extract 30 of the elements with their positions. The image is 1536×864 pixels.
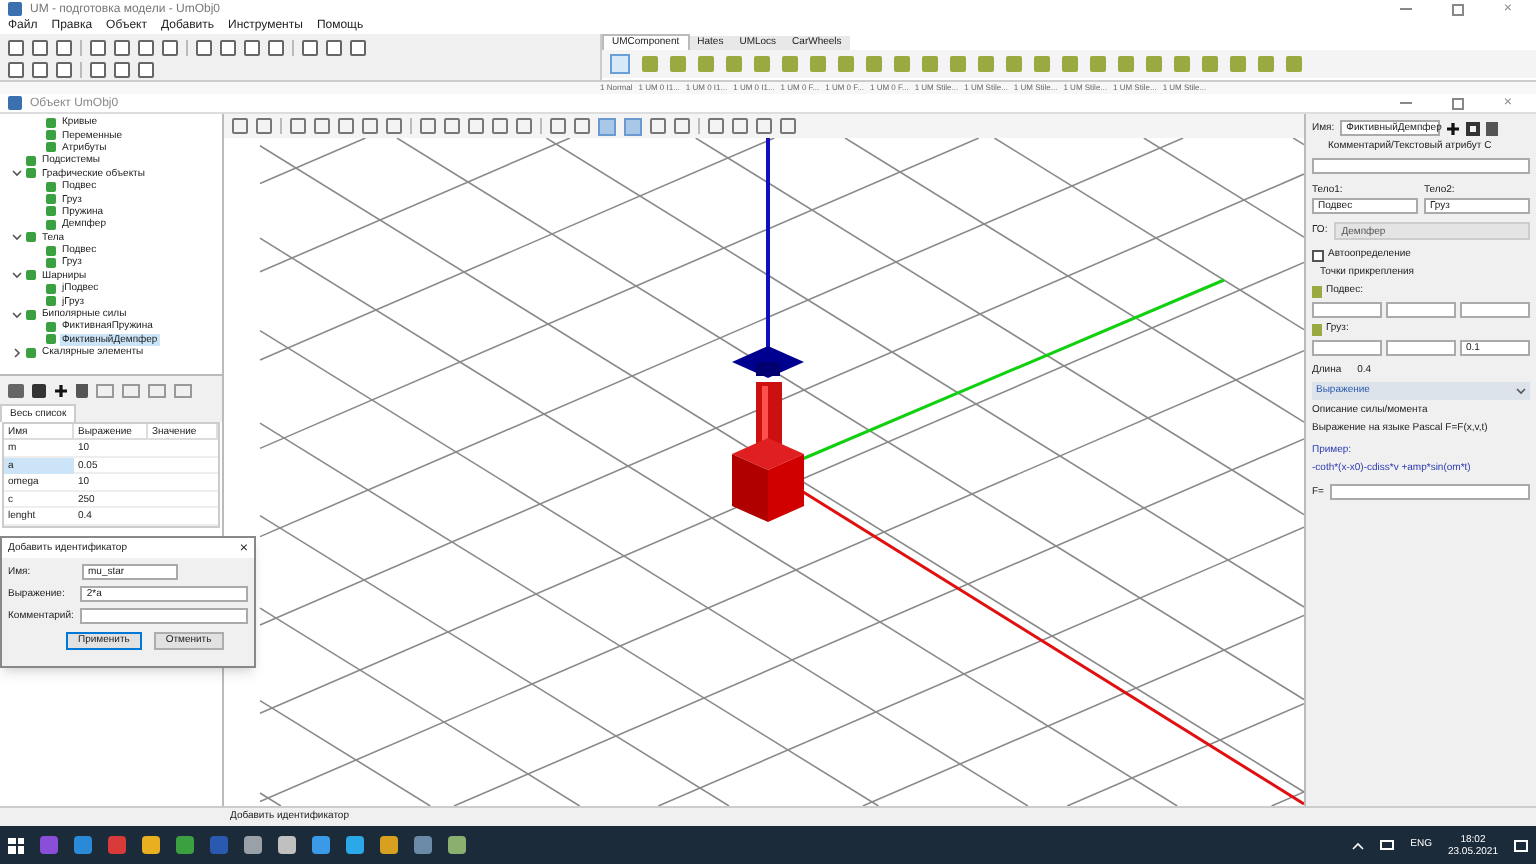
input-field[interactable] [1460,302,1530,318]
input-field[interactable] [1312,158,1530,174]
minimize-icon[interactable] [1399,8,1412,10]
input-field[interactable] [1312,340,1382,356]
node-icon [26,309,36,320]
input-field[interactable] [1329,484,1530,500]
input-field[interactable] [1386,340,1456,356]
node-icon [26,347,36,358]
app-icon [8,2,22,16]
node-icon [26,270,36,281]
maximize-icon[interactable] [1451,97,1464,109]
checkbox[interactable] [1312,249,1324,261]
point-icon [1312,323,1322,335]
input-field[interactable] [1386,302,1456,318]
point-icon [1312,285,1322,297]
expand-toggle-icon[interactable] [12,232,22,243]
maximize-icon[interactable] [1451,3,1464,15]
plus-icon[interactable] [1446,121,1461,135]
expand-toggle-icon[interactable] [12,168,22,179]
minimize-icon[interactable] [1399,102,1412,104]
expand-toggle-icon[interactable] [12,270,22,281]
pointer-tool-icon[interactable] [610,54,630,74]
node-icon [26,232,36,243]
window-icon [8,96,22,110]
plus-icon[interactable] [54,383,68,397]
windows-start-icon[interactable] [8,837,24,853]
expand-toggle-icon[interactable] [12,347,22,358]
expand-toggle-icon[interactable] [12,309,22,320]
input-field[interactable] [80,608,248,624]
input-field[interactable] [1312,302,1382,318]
